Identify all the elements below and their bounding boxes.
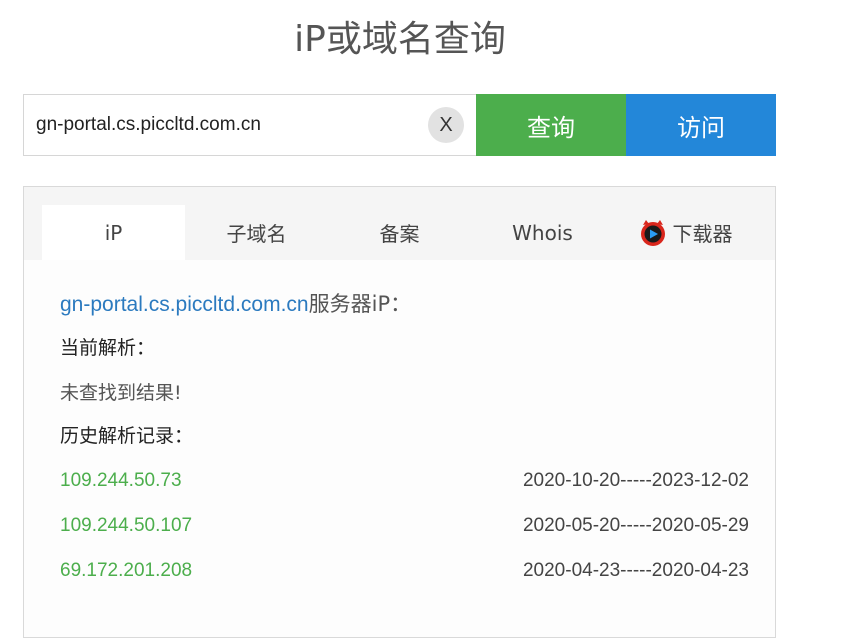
history-row: 69.172.201.208 2020-04-23-----2020-04-23 <box>60 548 749 593</box>
tab-ip-label: iP <box>104 220 123 245</box>
server-ip-suffix: 服务器iP： <box>308 292 412 316</box>
search-bar: X 查询 访问 <box>23 94 776 156</box>
server-ip-heading: gn-portal.cs.piccltd.com.cn服务器iP： <box>60 282 749 326</box>
clear-button[interactable]: X <box>428 107 464 143</box>
history-ip-link[interactable]: 109.244.50.107 <box>60 503 192 548</box>
history-date-range: 2020-10-20-----2023-12-02 <box>522 470 749 491</box>
tab-icp-record-label: 备案 <box>379 222 420 246</box>
history-row: 109.244.50.107 2020-05-20-----2020-05-29 <box>60 503 749 548</box>
tab-downloader-label: 下载器 <box>672 222 733 246</box>
history-date-range: 2020-04-23-----2020-04-23 <box>522 560 749 581</box>
tab-whois-label: Whois <box>512 220 573 245</box>
tab-icp-record[interactable]: 备案 <box>328 205 471 260</box>
tab-subdomain-label: 子域名 <box>226 222 287 246</box>
search-box: X <box>23 94 476 156</box>
domain-link[interactable]: gn-portal.cs.piccltd.com.cn <box>60 293 309 316</box>
tab-bar: iP 子域名 备案 Whois 下载器 <box>24 187 775 260</box>
history-row: 109.244.50.73 2020-10-20-----2023-12-02 <box>60 458 749 503</box>
query-button[interactable]: 查询 <box>476 94 626 156</box>
tab-downloader[interactable]: 下载器 <box>614 205 757 260</box>
not-found-message: 未查找到结果! <box>60 382 182 404</box>
tab-whois[interactable]: Whois <box>471 205 614 260</box>
page-title: iP或域名查询 <box>294 19 506 60</box>
current-resolution-label: 当前解析： <box>60 337 156 359</box>
downloader-app-icon <box>640 219 665 246</box>
tab-subdomain[interactable]: 子域名 <box>185 205 328 260</box>
search-input[interactable] <box>24 95 428 155</box>
history-ip-link[interactable]: 69.172.201.208 <box>60 548 192 593</box>
history-label: 历史解析记录： <box>60 425 194 447</box>
history-date-range: 2020-05-20-----2020-05-29 <box>522 515 749 536</box>
ip-result-content: gn-portal.cs.piccltd.com.cn服务器iP： 当前解析： … <box>60 282 749 593</box>
result-panel: iP 子域名 备案 Whois 下载器 gn-portal.cs.piccltd… <box>23 186 776 638</box>
tab-ip[interactable]: iP <box>42 205 185 260</box>
history-ip-link[interactable]: 109.244.50.73 <box>60 458 182 503</box>
visit-button[interactable]: 访问 <box>626 94 776 156</box>
